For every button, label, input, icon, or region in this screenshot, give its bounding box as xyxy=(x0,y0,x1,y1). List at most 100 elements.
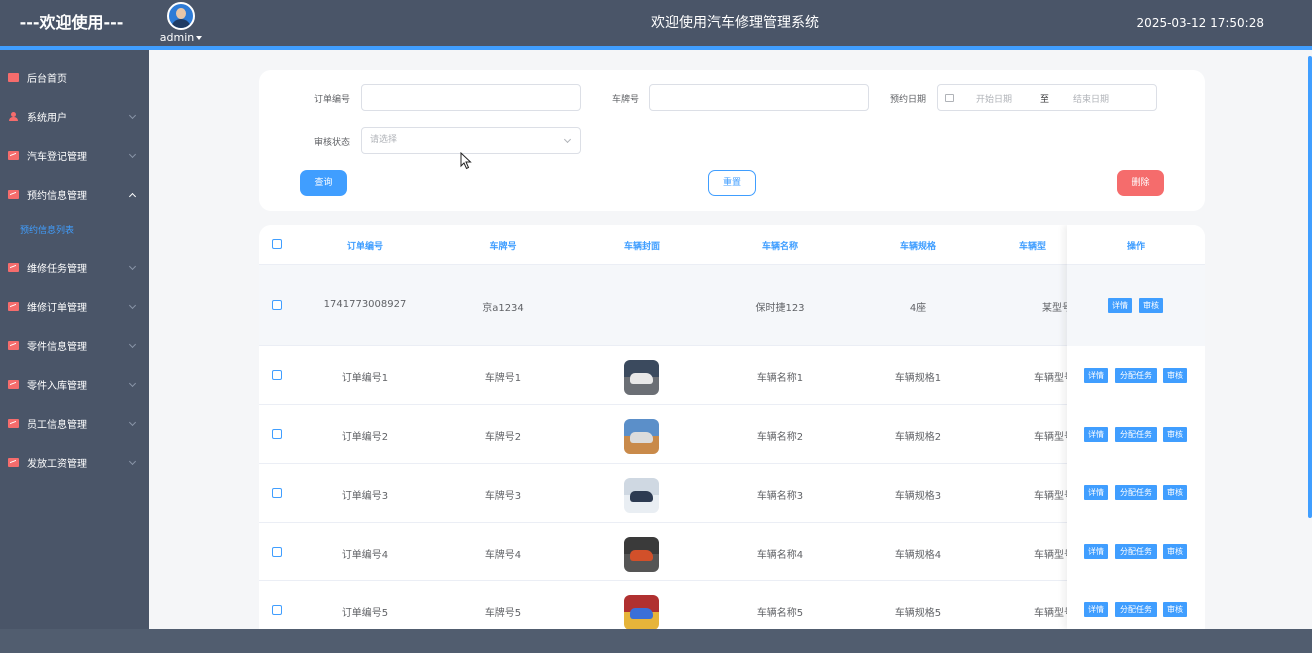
date-label: 预约日期 xyxy=(890,95,927,105)
column-header[interactable]: 车辆名称 xyxy=(730,239,830,252)
audit-button[interactable]: 审核 xyxy=(1139,298,1163,313)
audit-button[interactable]: 审核 xyxy=(1163,602,1187,617)
chart-icon xyxy=(8,302,19,311)
order-no-input[interactable] xyxy=(361,84,581,111)
column-header[interactable]: 车辆封面 xyxy=(592,239,692,252)
assign-task-button[interactable]: 分配任务 xyxy=(1115,368,1157,383)
brand-title: ---欢迎使用--- xyxy=(19,13,124,32)
car-spec-cell: 车辆规格3 xyxy=(894,491,942,502)
row-checkbox[interactable] xyxy=(272,429,282,439)
table-row[interactable]: 订单编号3 车牌号3 车辆名称3 车辆规格3 车辆型号 xyxy=(259,464,1205,523)
sidebar-item-repair-orders[interactable]: 维修订单管理 xyxy=(0,287,149,326)
sidebar-item-label: 发放工资管理 xyxy=(27,459,87,470)
row-checkbox[interactable] xyxy=(272,547,282,557)
audit-button[interactable]: 审核 xyxy=(1163,427,1187,442)
date-separator: 至 xyxy=(1040,95,1050,105)
assign-task-button[interactable]: 分配任务 xyxy=(1115,602,1157,617)
table-row[interactable]: 订单编号5 车牌号5 车辆名称5 车辆规格5 车辆型号 xyxy=(259,581,1205,629)
order-no-label: 订单编号 xyxy=(314,95,351,105)
sidebar-item-employees[interactable]: 员工信息管理 xyxy=(0,404,149,443)
query-button[interactable]: 查询 xyxy=(300,170,347,196)
system-title: 欢迎使用汽车修理管理系统 xyxy=(651,15,819,31)
chart-icon xyxy=(8,263,19,272)
detail-button[interactable]: 详情 xyxy=(1084,427,1108,442)
datetime: 2025-03-12 17:50:28 xyxy=(1136,16,1264,30)
chevron-down-icon xyxy=(128,150,137,159)
sidebar-item-label: 汽车登记管理 xyxy=(27,152,87,163)
plate-input[interactable] xyxy=(649,84,869,111)
chevron-down-icon xyxy=(128,262,137,271)
order-no-cell: 订单编号2 xyxy=(341,432,389,443)
sidebar-item-parts-info[interactable]: 零件信息管理 xyxy=(0,326,149,365)
plate-cell: 车牌号4 xyxy=(484,550,522,561)
car-spec-cell: 4座 xyxy=(909,303,927,314)
table-row[interactable]: 1741773008927 京a1234 保时捷123 4座 某型号 xyxy=(259,265,1205,346)
car-spec-cell: 车辆规格5 xyxy=(894,608,942,619)
sidebar-subitem-appointment-list[interactable]: 预约信息列表 xyxy=(0,214,149,248)
sidebar-item-parts-stock-in[interactable]: 零件入库管理 xyxy=(0,365,149,404)
select-all-checkbox[interactable] xyxy=(272,239,282,249)
table-row[interactable]: 订单编号2 车牌号2 车辆名称2 车辆规格2 车辆型号 xyxy=(259,405,1205,464)
caret-down-icon[interactable] xyxy=(196,35,203,40)
audit-status-select[interactable]: 请选择 xyxy=(361,127,581,154)
detail-button[interactable]: 详情 xyxy=(1084,602,1108,617)
car-cover-image xyxy=(624,537,659,572)
column-header[interactable]: 订单编号 xyxy=(315,239,415,252)
appointment-table: 订单编号 车牌号 车辆封面 车辆名称 车辆规格 车辆型 174177300892… xyxy=(259,225,1205,629)
calendar-icon xyxy=(945,94,954,102)
column-header[interactable]: 车辆型 xyxy=(1019,239,1046,252)
sidebar-item-payroll[interactable]: 发放工资管理 xyxy=(0,443,149,482)
sidebar-item-label: 员工信息管理 xyxy=(27,420,87,431)
sidebar-item-car-registration[interactable]: 汽车登记管理 xyxy=(0,136,149,175)
delete-button[interactable]: 删除 xyxy=(1117,170,1164,196)
detail-button[interactable]: 详情 xyxy=(1084,368,1108,383)
avatar[interactable] xyxy=(167,2,195,30)
row-checkbox[interactable] xyxy=(272,605,282,615)
table-header: 订单编号 车牌号 车辆封面 车辆名称 车辆规格 车辆型 xyxy=(259,225,1205,265)
detail-button[interactable]: 详情 xyxy=(1108,298,1132,313)
date-end-input[interactable]: 结束日期 xyxy=(1073,92,1109,105)
sidebar-item-label: 维修任务管理 xyxy=(27,264,87,275)
row-checkbox[interactable] xyxy=(272,488,282,498)
sidebar-item-label: 维修订单管理 xyxy=(27,303,87,314)
sidebar-item-system-users[interactable]: 系统用户 xyxy=(0,97,149,136)
car-name-cell: 车辆名称2 xyxy=(756,432,804,443)
chevron-down-icon xyxy=(128,340,137,349)
username-label[interactable]: admin xyxy=(160,31,194,44)
chart-icon xyxy=(8,341,19,350)
detail-button[interactable]: 详情 xyxy=(1084,544,1108,559)
assign-task-button[interactable]: 分配任务 xyxy=(1115,485,1157,500)
chart-icon xyxy=(8,380,19,389)
date-range-picker[interactable]: 开始日期 至 结束日期 xyxy=(937,84,1157,111)
column-header-actions: 操作 xyxy=(1126,242,1145,252)
row-checkbox[interactable] xyxy=(272,300,282,310)
audit-button[interactable]: 审核 xyxy=(1163,485,1187,500)
table-row[interactable]: 订单编号1 车牌号1 车辆名称1 车辆规格1 车辆型号 xyxy=(259,346,1205,405)
sidebar-item-repair-tasks[interactable]: 维修任务管理 xyxy=(0,248,149,287)
chart-icon xyxy=(8,458,19,467)
sidebar-item-home[interactable]: 后台首页 xyxy=(0,58,149,97)
assign-task-button[interactable]: 分配任务 xyxy=(1115,544,1157,559)
chart-icon xyxy=(8,190,19,199)
plate-cell: 车牌号2 xyxy=(484,432,522,443)
sidebar-item-appointments[interactable]: 预约信息管理 xyxy=(0,175,149,214)
sidebar: 后台首页 系统用户 汽车登记管理 预约信息管理 预约信息列表 维修任务管理 维修… xyxy=(0,50,149,653)
car-cover-image xyxy=(624,595,659,629)
assign-task-button[interactable]: 分配任务 xyxy=(1115,427,1157,442)
column-header[interactable]: 车辆规格 xyxy=(868,239,968,252)
monitor-icon xyxy=(8,73,19,82)
row-checkbox[interactable] xyxy=(272,370,282,380)
plate-cell: 京a1234 xyxy=(482,303,524,314)
audit-button[interactable]: 审核 xyxy=(1163,544,1187,559)
reset-button[interactable]: 重置 xyxy=(708,170,756,196)
user-menu[interactable]: admin xyxy=(160,2,203,44)
table-row[interactable]: 订单编号4 车牌号4 车辆名称4 车辆规格4 车辆型号 xyxy=(259,523,1205,581)
chevron-up-icon xyxy=(128,192,137,201)
column-header[interactable]: 车牌号 xyxy=(453,239,553,252)
order-no-cell: 订单编号3 xyxy=(341,491,389,502)
page-scrollbar[interactable] xyxy=(1308,56,1312,518)
chart-icon xyxy=(8,151,19,160)
date-start-input[interactable]: 开始日期 xyxy=(976,92,1012,105)
audit-button[interactable]: 审核 xyxy=(1163,368,1187,383)
detail-button[interactable]: 详情 xyxy=(1084,485,1108,500)
